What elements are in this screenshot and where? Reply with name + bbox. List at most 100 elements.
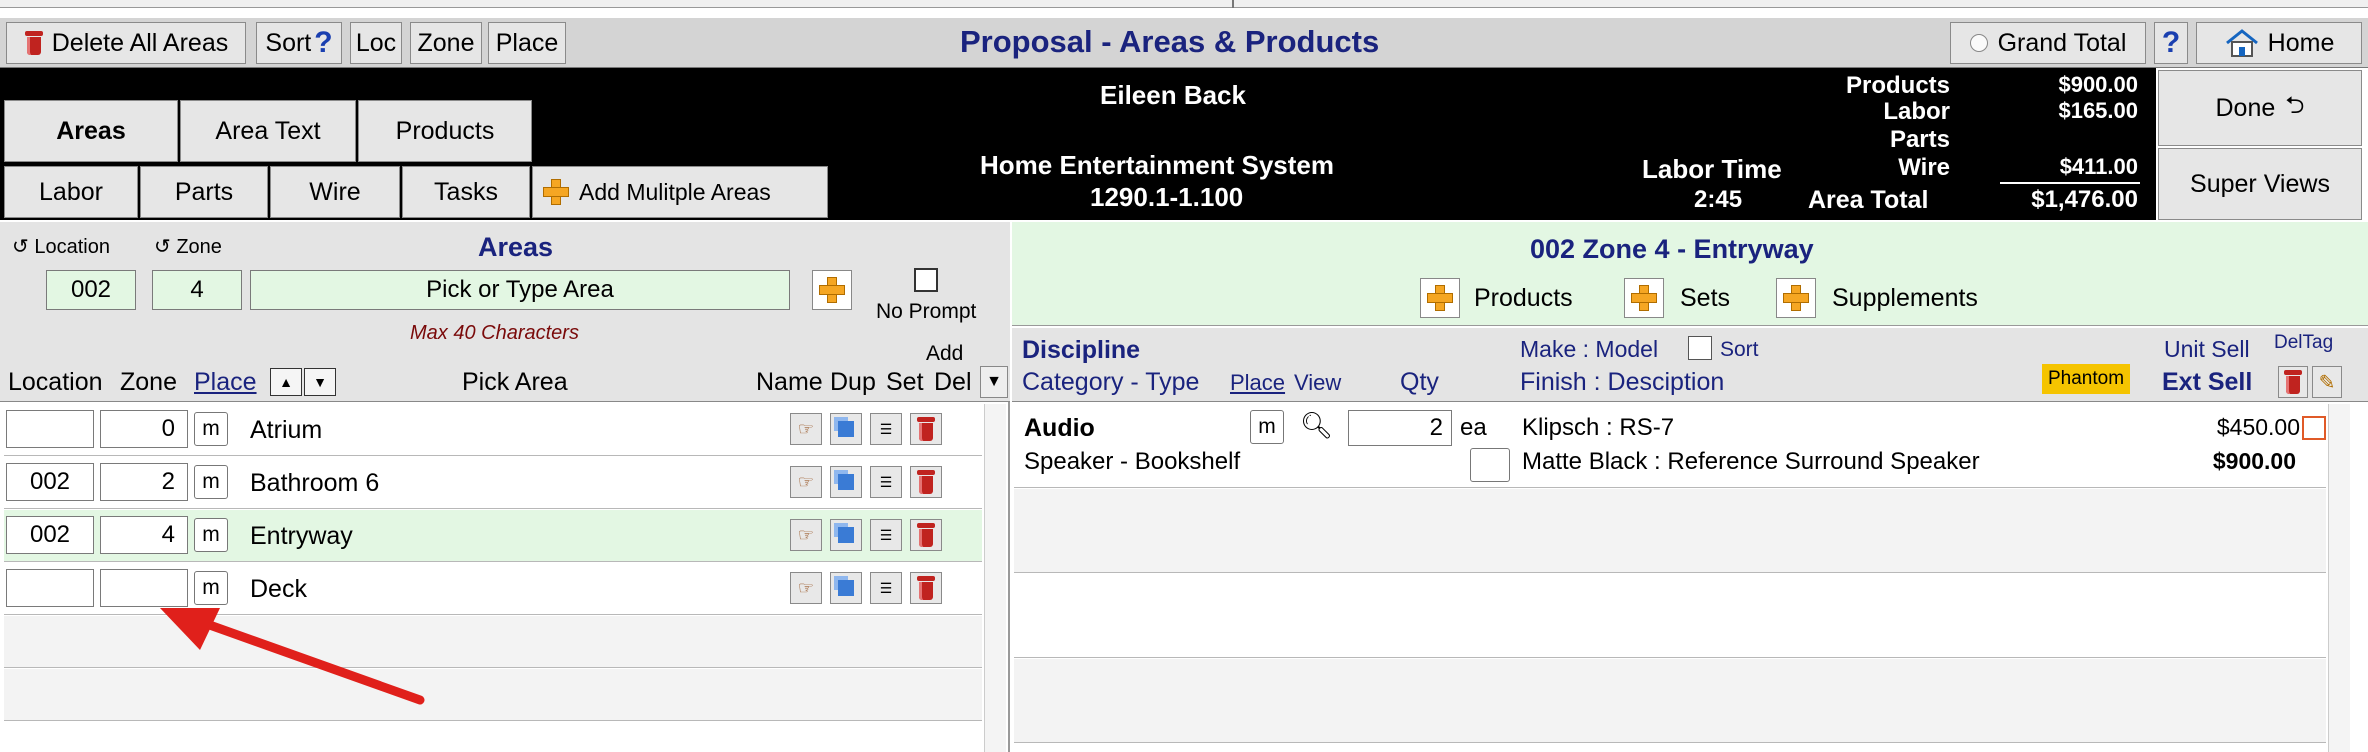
delete-area-icon[interactable] xyxy=(910,572,942,604)
col-name: Name xyxy=(756,368,823,396)
delete-products-button[interactable] xyxy=(2278,366,2308,398)
home-icon xyxy=(2225,29,2258,57)
add-supplements-button[interactable] xyxy=(1776,278,1816,318)
col-place[interactable]: Place xyxy=(1230,370,1285,396)
col-del: Del xyxy=(934,368,972,396)
zone-button[interactable]: Zone xyxy=(410,22,482,64)
grand-total-button[interactable]: Grand Total xyxy=(1950,22,2146,64)
product-place-button[interactable]: m xyxy=(1250,410,1284,444)
empty-row xyxy=(1014,659,2326,743)
product-row[interactable]: Audio Speaker - Bookshelf m 🔍︎ 2 ea Klip… xyxy=(1014,404,2326,488)
max-chars-note: Max 40 Characters xyxy=(410,322,579,344)
delete-area-icon[interactable] xyxy=(910,413,942,445)
tab-area-text[interactable]: Area Text xyxy=(180,100,356,162)
place-button[interactable]: Place xyxy=(488,22,566,64)
client-name: Eileen Back xyxy=(1100,80,1246,110)
add-area-button[interactable] xyxy=(812,270,852,310)
super-views-button[interactable]: Super Views xyxy=(2158,148,2362,220)
add-set-icon[interactable]: ☰ xyxy=(870,572,902,604)
add-set-icon[interactable]: ☰ xyxy=(870,519,902,551)
totals-divider xyxy=(2000,182,2140,184)
add-sets-label[interactable]: Sets xyxy=(1680,284,1730,313)
duplicate-area-icon[interactable] xyxy=(830,519,862,551)
table-row-selected[interactable]: 002 4 m Entryway ☞ ☰ xyxy=(4,510,982,562)
tag-pencil-button[interactable]: ✎ xyxy=(2312,366,2342,398)
duplicate-area-icon[interactable] xyxy=(830,466,862,498)
no-prompt-checkbox[interactable] xyxy=(914,268,938,292)
add-sets-button[interactable] xyxy=(1624,278,1664,318)
col-pick-area: Pick Area xyxy=(462,368,568,396)
duplicate-area-icon[interactable] xyxy=(830,572,862,604)
location-input[interactable]: 002 xyxy=(46,270,136,310)
area-input[interactable]: Pick or Type Area xyxy=(250,270,790,310)
labor-time-label: Labor Time xyxy=(1642,154,1782,184)
row-location[interactable] xyxy=(6,569,94,607)
edit-area-icon[interactable]: ☞ xyxy=(790,519,822,551)
product-view-box[interactable] xyxy=(1470,448,1510,482)
super-views-label: Super Views xyxy=(2190,169,2330,198)
row-location[interactable]: 002 xyxy=(6,463,94,501)
column-menu-button[interactable]: ▼ xyxy=(980,366,1008,398)
home-button[interactable]: Home xyxy=(2196,22,2362,64)
add-set-icon[interactable]: ☰ xyxy=(870,413,902,445)
row-place-button[interactable]: m xyxy=(194,412,228,446)
row-place-button[interactable]: m xyxy=(194,518,228,552)
row-area-name[interactable]: Entryway xyxy=(250,522,353,551)
edit-area-icon[interactable]: ☞ xyxy=(790,466,822,498)
add-multiple-areas-button[interactable]: Add Mulitple Areas xyxy=(532,166,828,218)
add-supplements-label[interactable]: Supplements xyxy=(1832,284,1978,313)
row-zone[interactable]: 2 xyxy=(100,463,188,501)
delete-area-icon[interactable] xyxy=(910,519,942,551)
area-total-label: Area Total xyxy=(1808,186,1929,214)
tab-wire[interactable]: Wire xyxy=(270,166,400,218)
row-zone[interactable]: 4 xyxy=(100,516,188,554)
add-set-icon[interactable]: ☰ xyxy=(870,466,902,498)
delete-area-icon[interactable] xyxy=(910,466,942,498)
empty-row xyxy=(1014,489,2326,573)
tab-products[interactable]: Products xyxy=(358,100,532,162)
labor-time-value: 2:45 xyxy=(1694,186,1743,213)
phantom-badge[interactable]: Phantom xyxy=(2042,364,2131,394)
duplicate-area-icon[interactable] xyxy=(830,413,862,445)
add-products-button[interactable] xyxy=(1420,278,1460,318)
help-button[interactable]: ? xyxy=(2154,22,2188,64)
plus-icon xyxy=(1781,283,1811,313)
product-qty-input[interactable]: 2 xyxy=(1348,410,1452,446)
row-zone[interactable]: 0 xyxy=(100,410,188,448)
row-location[interactable] xyxy=(6,410,94,448)
location-label-text: Location xyxy=(34,236,110,258)
zone-input[interactable]: 4 xyxy=(152,270,242,310)
list-scrollbar[interactable] xyxy=(984,404,1006,752)
table-row[interactable]: 0 m Atrium ☞ ☰ xyxy=(4,404,982,456)
col-view: View xyxy=(1294,370,1342,395)
products-scrollbar[interactable] xyxy=(2328,404,2350,752)
col-place[interactable]: Place xyxy=(194,368,257,397)
home-label: Home xyxy=(2267,28,2335,57)
sort-down-button[interactable]: ▼ xyxy=(304,368,336,396)
row-area-name[interactable]: Atrium xyxy=(250,416,322,445)
row-location[interactable]: 002 xyxy=(6,516,94,554)
sort-button[interactable]: Sort ? xyxy=(256,22,342,64)
add-products-label[interactable]: Products xyxy=(1474,284,1573,313)
delete-all-areas-button[interactable]: Delete All Areas xyxy=(6,22,246,64)
tab-areas-label: Areas xyxy=(56,116,126,145)
row-area-name[interactable]: Bathroom 6 xyxy=(250,469,379,498)
row-place-button[interactable]: m xyxy=(194,465,228,499)
loc-button[interactable]: Loc xyxy=(350,22,402,64)
sort-checkbox[interactable] xyxy=(1688,336,1712,360)
edit-area-icon[interactable]: ☞ xyxy=(790,413,822,445)
col-ext-sell: Ext Sell xyxy=(2162,368,2253,396)
magnifier-icon[interactable]: 🔍︎ xyxy=(1300,410,1333,441)
tab-parts[interactable]: Parts xyxy=(140,166,268,218)
help-icon: ? xyxy=(314,26,333,59)
table-row[interactable]: 002 2 m Bathroom 6 ☞ ☰ xyxy=(4,457,982,509)
sort-up-button[interactable]: ▲ xyxy=(270,368,302,396)
tab-labor[interactable]: Labor xyxy=(4,166,138,218)
edit-area-icon[interactable]: ☞ xyxy=(790,572,822,604)
tab-tasks[interactable]: Tasks xyxy=(402,166,530,218)
plus-icon xyxy=(1629,283,1659,313)
done-button[interactable]: Done ⮌ xyxy=(2158,70,2362,146)
tab-tasks-label: Tasks xyxy=(434,177,498,206)
product-tag-checkbox[interactable] xyxy=(2302,416,2326,440)
tab-areas[interactable]: Areas xyxy=(4,100,178,162)
